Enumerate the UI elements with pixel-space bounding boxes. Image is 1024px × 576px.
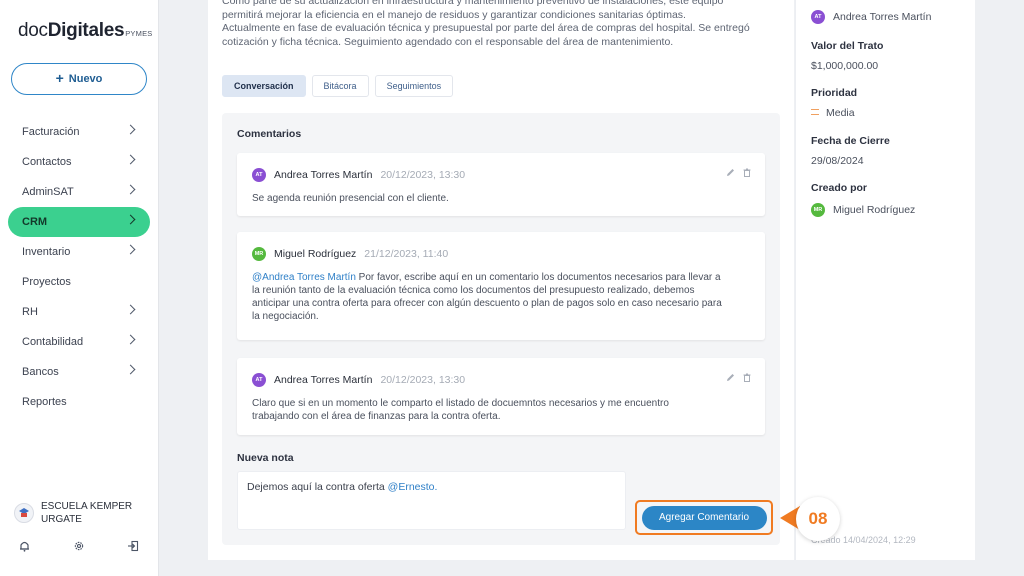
sidebar-item-bancos[interactable]: Bancos bbox=[0, 357, 159, 387]
comment-card: MR Miguel Rodríguez 21/12/2023, 11:40 @A… bbox=[237, 232, 765, 340]
sidebar-item-label: Bancos bbox=[22, 366, 59, 378]
new-button-label: Nuevo bbox=[68, 73, 103, 85]
deal-details-panel: AT Andrea Torres Martín Valor del Trato … bbox=[795, 0, 975, 560]
add-comment-button[interactable]: Agregar Comentario bbox=[641, 505, 767, 530]
owner-name: Andrea Torres Martín bbox=[833, 11, 932, 23]
deal-main-panel: Como parte de su actualización en infrae… bbox=[208, 0, 794, 560]
tab-bitacora[interactable]: Bitácora bbox=[311, 75, 369, 97]
chevron-right-icon bbox=[125, 304, 136, 315]
sidebar-item-crm[interactable]: CRM bbox=[8, 207, 150, 237]
comment-author: Andrea Torres Martín bbox=[274, 374, 373, 386]
avatar: MR bbox=[811, 203, 825, 217]
created-by-name: Miguel Rodríguez bbox=[833, 204, 916, 216]
chevron-right-icon bbox=[125, 184, 136, 195]
chevron-right-icon bbox=[125, 364, 136, 375]
chevron-right-icon bbox=[125, 334, 136, 345]
comment-author: Miguel Rodríguez bbox=[274, 248, 357, 260]
sidebar-item-label: Facturación bbox=[22, 126, 80, 138]
tab-conversacion[interactable]: Conversación bbox=[222, 75, 306, 97]
comment-card: AT Andrea Torres Martín 20/12/2023, 13:3… bbox=[237, 358, 765, 435]
sidebar-item-proyectos[interactable]: Proyectos bbox=[0, 267, 159, 297]
organization-selector[interactable]: ESCUELA KEMPER URGATE bbox=[14, 500, 141, 526]
sidebar-item-adminsat[interactable]: AdminSAT bbox=[0, 177, 159, 207]
sidebar: docDigitalesPYMES + Nuevo Facturación Con… bbox=[0, 0, 159, 576]
comment-card: AT Andrea Torres Martín 20/12/2023, 13:3… bbox=[237, 153, 765, 216]
delete-icon[interactable] bbox=[743, 168, 751, 179]
gear-icon[interactable] bbox=[73, 540, 85, 555]
close-date-label: Fecha de Cierre bbox=[811, 135, 890, 147]
sidebar-footer bbox=[0, 540, 159, 560]
comment-text: Claro que si en un momento le comparto e… bbox=[252, 398, 669, 422]
sidebar-item-label: CRM bbox=[22, 216, 48, 228]
new-note-input[interactable]: Dejemos aquí la contra oferta @Ernesto. bbox=[237, 471, 626, 530]
created-by-label: Creado por bbox=[811, 182, 868, 194]
sidebar-item-facturacion[interactable]: Facturación bbox=[0, 117, 159, 147]
chevron-right-icon bbox=[125, 154, 136, 165]
new-note-label: Nueva nota bbox=[237, 452, 294, 464]
comment-time: 21/12/2023, 11:40 bbox=[364, 248, 449, 260]
deal-description: Como parte de su actualización en infrae… bbox=[222, 0, 750, 48]
priority-medium-icon bbox=[811, 109, 819, 115]
avatar: AT bbox=[252, 373, 266, 387]
new-button[interactable]: + Nuevo bbox=[11, 63, 147, 95]
comments-title: Comentarios bbox=[237, 128, 302, 140]
comment-time: 20/12/2023, 13:30 bbox=[380, 374, 466, 386]
bell-icon[interactable] bbox=[19, 540, 30, 555]
priority-value: Media bbox=[811, 107, 855, 119]
comment-text: @Andrea Torres Martín Por favor, escribe… bbox=[252, 272, 722, 322]
priority-label: Prioridad bbox=[811, 87, 858, 99]
sidebar-item-label: Reportes bbox=[22, 396, 67, 408]
edit-icon[interactable] bbox=[726, 168, 735, 179]
close-date: 29/08/2024 bbox=[811, 155, 864, 167]
sidebar-item-label: Proyectos bbox=[22, 276, 71, 288]
sidebar-item-label: RH bbox=[22, 306, 38, 318]
delete-icon[interactable] bbox=[743, 373, 751, 384]
comment-author: Andrea Torres Martín bbox=[274, 169, 373, 181]
deal-tabs: Conversación Bitácora Seguimientos bbox=[222, 75, 454, 97]
sidebar-item-label: Inventario bbox=[22, 246, 71, 258]
avatar: AT bbox=[811, 10, 825, 24]
organization-logo-icon bbox=[14, 503, 34, 523]
tab-seguimientos[interactable]: Seguimientos bbox=[374, 75, 454, 97]
sidebar-item-rh[interactable]: RH bbox=[0, 297, 159, 327]
chevron-right-icon bbox=[125, 214, 136, 225]
sidebar-item-inventario[interactable]: Inventario bbox=[0, 237, 159, 267]
edit-icon[interactable] bbox=[726, 373, 735, 384]
chevron-right-icon bbox=[125, 124, 136, 135]
comment-time: 20/12/2023, 13:30 bbox=[380, 169, 466, 181]
mention-link[interactable]: @Ernesto. bbox=[388, 481, 438, 493]
sidebar-item-contactos[interactable]: Contactos bbox=[0, 147, 159, 177]
chevron-right-icon bbox=[125, 244, 136, 255]
app-logo[interactable]: docDigitalesPYMES bbox=[18, 20, 153, 42]
sidebar-item-contabilidad[interactable]: Contabilidad bbox=[0, 327, 159, 357]
owner: AT Andrea Torres Martín bbox=[811, 10, 931, 24]
sidebar-item-reportes[interactable]: Reportes bbox=[0, 387, 159, 417]
created-by: MR Miguel Rodríguez bbox=[811, 203, 915, 217]
avatar: AT bbox=[252, 168, 266, 182]
sidebar-item-label: Contabilidad bbox=[22, 336, 84, 348]
step-badge: 08 bbox=[796, 497, 840, 541]
sidebar-item-label: AdminSAT bbox=[22, 186, 74, 198]
conversation-panel: Comentarios AT Andrea Torres Martín 20/1… bbox=[222, 113, 780, 545]
sidebar-menu: Facturación Contactos AdminSAT CRM Inventari… bbox=[0, 117, 159, 417]
avatar: MR bbox=[252, 247, 266, 261]
deal-value: $1,000,000.00 bbox=[811, 60, 879, 72]
logout-icon[interactable] bbox=[127, 540, 139, 555]
mention-link[interactable]: @Andrea Torres Martín bbox=[252, 272, 356, 283]
submit-highlight: Agregar Comentario bbox=[635, 500, 773, 535]
deal-value-label: Valor del Trato bbox=[811, 40, 884, 52]
sidebar-item-label: Contactos bbox=[22, 156, 72, 168]
organization-name: ESCUELA KEMPER URGATE bbox=[41, 501, 133, 525]
comment-text: Se agenda reunión presencial con el clie… bbox=[252, 193, 449, 204]
plus-icon: + bbox=[55, 70, 64, 86]
